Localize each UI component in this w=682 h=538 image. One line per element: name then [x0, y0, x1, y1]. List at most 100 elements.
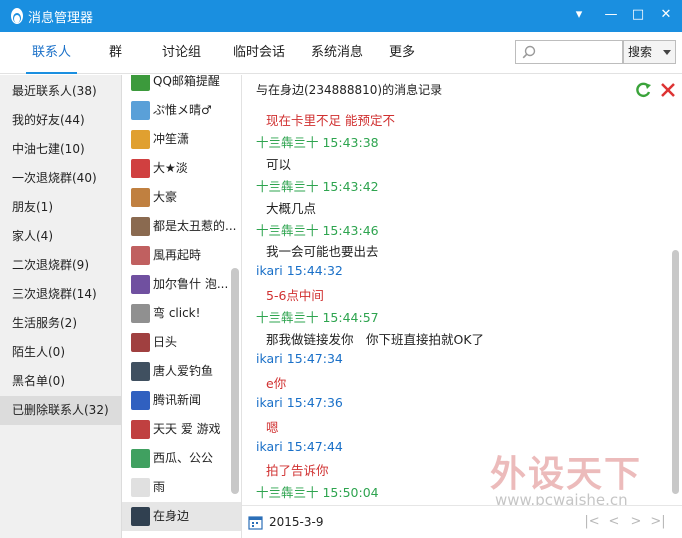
contact-name: 都是太丑惹的...: [153, 219, 237, 233]
contact-name: 風再起時: [153, 248, 202, 262]
title-bar: 消息管理器 ▾ — □ ✕: [0, 0, 682, 32]
contact-item[interactable]: 大豪: [122, 183, 241, 212]
first-page-icon[interactable]: |<: [584, 514, 600, 530]
contact-name: 大豪: [153, 190, 178, 204]
contact-item[interactable]: 都是太丑惹的...: [122, 212, 241, 241]
contact-item[interactable]: ぷ惟メ晴♂: [122, 96, 241, 125]
contact-group-item[interactable]: 最近联系人(38): [0, 77, 122, 106]
avatar: [131, 391, 150, 410]
contact-group-list: 最近联系人(38) 我的好友(44) 中油七建(10) 一次退烧群(40) 朋友(1) 家…: [0, 75, 122, 538]
message-header: 十亖犇亖十 15:43:42: [256, 178, 379, 194]
avatar: [131, 188, 150, 207]
avatar: [131, 507, 150, 526]
minimize-button[interactable]: —: [599, 4, 623, 26]
window-title: 消息管理器: [28, 11, 94, 26]
contact-item[interactable]: 冲笙潇: [122, 125, 241, 154]
contact-item[interactable]: 腾讯新闻: [122, 386, 241, 415]
contact-group-item[interactable]: 已删除联系人(32): [0, 396, 122, 425]
tab-bar: 联系人 群 讨论组 临时会话 系统消息 更多 搜索: [0, 32, 682, 74]
contact-name: 腾讯新闻: [153, 393, 202, 407]
search-button-label: 搜索: [628, 45, 653, 59]
avatar: [131, 217, 150, 236]
tab-contacts[interactable]: 联系人: [25, 32, 78, 74]
avatar: [131, 101, 150, 120]
tab-temp-chats[interactable]: 临时会话: [233, 32, 285, 74]
avatar: [131, 333, 150, 352]
contact-group-item[interactable]: 黑名单(0): [0, 367, 122, 396]
avatar: [131, 246, 150, 265]
contact-item[interactable]: 西瓜、公公: [122, 444, 241, 473]
contact-group-item[interactable]: 生活服务(2): [0, 309, 122, 338]
contact-item[interactable]: 在身边: [122, 502, 241, 531]
history-footer: 2015-3-9 |< < > >|: [242, 505, 682, 538]
contact-name: 天天 爱 游戏: [153, 422, 221, 436]
avatar: [131, 420, 150, 439]
message-header: 十亖犇亖十 15:44:57: [256, 310, 379, 326]
contact-group-item[interactable]: 二次退烧群(9): [0, 251, 122, 280]
search-field[interactable]: [515, 40, 623, 64]
contact-item[interactable]: 弯 click!: [122, 299, 241, 328]
refresh-icon[interactable]: [634, 81, 652, 99]
tab-groups[interactable]: 群: [109, 32, 122, 74]
message-header: ikari 15:44:32: [256, 263, 343, 279]
message-text: 现在卡里不足 能预定不: [266, 113, 395, 128]
contact-group-item[interactable]: 中油七建(10): [0, 135, 122, 164]
tab-discussions[interactable]: 讨论组: [162, 32, 201, 74]
search-button[interactable]: 搜索: [623, 40, 676, 64]
contact-name: 弯 click!: [153, 306, 201, 320]
tab-system-messages[interactable]: 系统消息: [311, 32, 363, 74]
message-text: 大概几点: [266, 200, 317, 216]
history-date: 2015-3-9: [269, 515, 324, 529]
contact-group-item[interactable]: 我的好友(44): [0, 106, 122, 135]
contact-item[interactable]: 加尔鲁什 泡...: [122, 270, 241, 299]
contact-item[interactable]: 風再起時: [122, 241, 241, 270]
message-header: ikari 15:47:34: [256, 350, 343, 366]
maximize-button[interactable]: □: [626, 4, 650, 26]
message-header: 十亖犇亖十 15:50:04: [256, 485, 379, 501]
watermark-logo-text: 外设天下: [490, 453, 643, 495]
contact-name: QQ邮箱提醒: [153, 75, 220, 88]
dropdown-menu-icon[interactable]: ▾: [567, 4, 591, 26]
next-page-icon[interactable]: >: [628, 514, 644, 530]
avatar: [131, 159, 150, 178]
contact-list-scrollbar[interactable]: [231, 268, 239, 494]
message-text: e你: [266, 375, 287, 391]
message-header: 十亖犇亖十 15:43:38: [256, 134, 379, 150]
prev-page-icon[interactable]: <: [606, 514, 622, 530]
history-title: 与在身边(234888810)的消息记录: [256, 83, 443, 97]
avatar: [131, 449, 150, 468]
contact-item[interactable]: 日头: [122, 328, 241, 357]
contact-group-item[interactable]: 一次退烧群(40): [0, 164, 122, 193]
contact-group-item[interactable]: 三次退烧群(14): [0, 280, 122, 309]
message-header: 十亖犇亖十 15:43:46: [256, 222, 379, 238]
last-page-icon[interactable]: >|: [650, 514, 666, 530]
tab-more[interactable]: 更多: [389, 32, 415, 74]
contact-list: QQ邮箱提醒ぷ惟メ晴♂ 冲笙潇 大★淡大豪都是太丑惹的... 風再起時加尔鲁什 泡..…: [122, 75, 242, 538]
contact-item[interactable]: 天天 爱 游戏: [122, 415, 241, 444]
chevron-down-icon[interactable]: [663, 50, 671, 55]
close-button[interactable]: ✕: [654, 4, 678, 26]
calendar-icon[interactable]: [248, 515, 263, 530]
message-text: 可以: [266, 156, 292, 172]
message-header: ikari 15:47:36: [256, 394, 343, 410]
contact-item[interactable]: 雨: [122, 473, 241, 502]
contact-name: 日头: [153, 335, 178, 349]
contact-name: 唐人爱钓鱼: [153, 364, 214, 378]
contact-name: 在身边: [153, 509, 190, 523]
contact-item[interactable]: 唐人爱钓鱼: [122, 357, 241, 386]
message-text: 嗯: [266, 419, 279, 435]
search-input[interactable]: [540, 43, 620, 61]
avatar: [131, 478, 150, 497]
contact-item[interactable]: QQ邮箱提醒: [122, 75, 241, 96]
search-icon: [522, 45, 536, 59]
delete-icon[interactable]: [659, 81, 677, 99]
message-text: 5-6点中间: [266, 288, 324, 304]
contact-name: 雨: [153, 480, 166, 494]
contact-item[interactable]: 大★淡: [122, 154, 241, 183]
contact-group-item[interactable]: 陌生人(0): [0, 338, 122, 367]
message-header: ikari 15:47:44: [256, 438, 343, 454]
contact-name: 加尔鲁什 泡...: [153, 277, 229, 291]
avatar: [131, 362, 150, 381]
contact-group-item[interactable]: 家人(4): [0, 222, 122, 251]
contact-group-item[interactable]: 朋友(1): [0, 193, 122, 222]
